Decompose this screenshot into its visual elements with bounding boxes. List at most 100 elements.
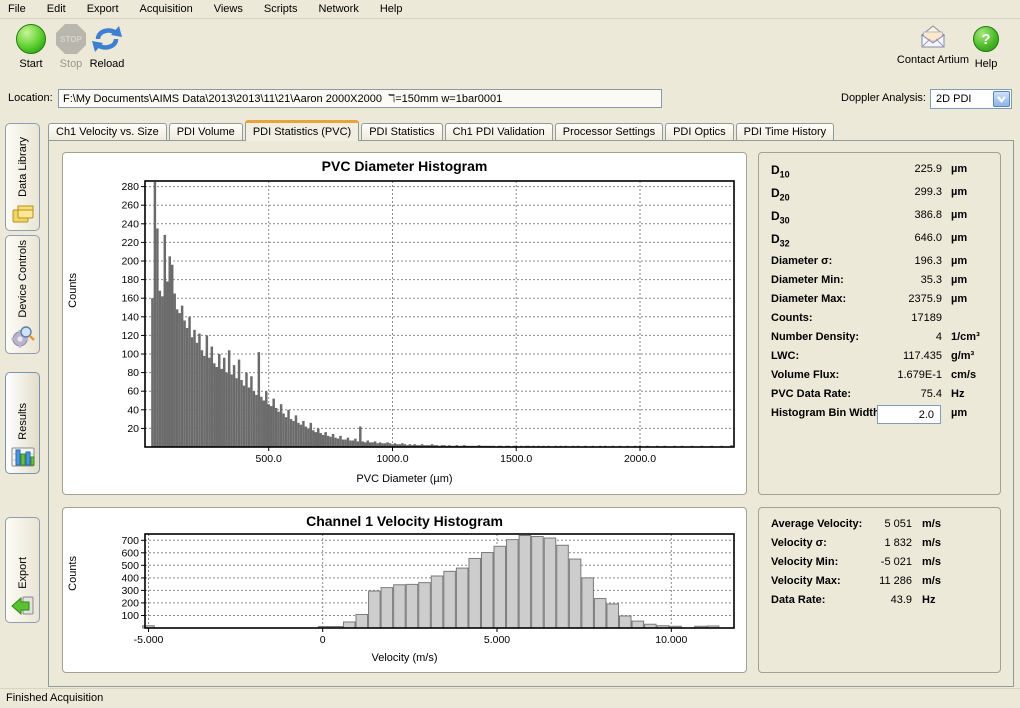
stat-row-number-density: Number Density: 41/cm³ — [759, 329, 1000, 348]
tab-pdi-volume[interactable]: PDI Volume — [169, 123, 243, 141]
menu-item-views[interactable]: Views — [214, 3, 243, 15]
svg-text:100: 100 — [121, 349, 139, 361]
stop-icon: STOP — [56, 24, 86, 54]
velocity-histogram-plot: 100200300400500600700-5.00005.00010.000 — [83, 530, 739, 646]
velocity-chart-group: Channel 1 Velocity Histogram Counts 1002… — [62, 507, 747, 673]
svg-text:1000.0: 1000.0 — [376, 453, 408, 465]
svg-text:500: 500 — [121, 560, 139, 572]
help-button[interactable]: ? Help — [966, 24, 1006, 70]
velocity-chart-title: Channel 1 Velocity Histogram — [63, 513, 746, 529]
stat-row-d10: D10 225.9µm — [759, 161, 1000, 184]
stat-row-data-rate: Data Rate: 43.9Hz — [759, 592, 1000, 611]
tab-pdi-statistics-pvc[interactable]: PDI Statistics (PVC) — [245, 120, 359, 141]
svg-text:280: 280 — [121, 181, 139, 193]
svg-text:60: 60 — [127, 386, 139, 398]
svg-text:240: 240 — [121, 218, 139, 230]
sidebar-label-data-library: Data Library — [17, 137, 29, 197]
stat-row-volume-flux: Volume Flux: 1.679E-1cm/s — [759, 367, 1000, 386]
menu-item-acquisition[interactable]: Acquisition — [140, 3, 193, 15]
status-bar: Finished Acquisition — [0, 688, 1020, 708]
velocity-chart-xlabel: Velocity (m/s) — [63, 652, 746, 664]
stat-row-d30: D30 386.8µm — [759, 207, 1000, 230]
pvc-chart-xlabel: PVC Diameter (µm) — [63, 473, 746, 485]
bar-chart-icon — [11, 446, 35, 468]
stat-row-velocity-max: Velocity Max: 11 286m/s — [759, 573, 1000, 592]
menu-item-network[interactable]: Network — [318, 3, 358, 15]
stat-row-counts: Counts: 17189 — [759, 310, 1000, 329]
svg-text:-5.000: -5.000 — [134, 634, 164, 646]
svg-text:180: 180 — [121, 274, 139, 286]
envelope-icon — [918, 24, 948, 50]
svg-text:160: 160 — [121, 293, 139, 305]
toolbar: Start STOP Stop Reload Contact Artium — [0, 20, 1020, 84]
pvc-diameter-chart-group: PVC Diameter Histogram Counts 2040608010… — [62, 152, 747, 495]
svg-text:300: 300 — [121, 585, 139, 597]
export-arrow-icon — [11, 595, 35, 617]
svg-text:260: 260 — [121, 200, 139, 212]
svg-text:220: 220 — [121, 237, 139, 249]
tab-ch1-pdi-validation[interactable]: Ch1 PDI Validation — [445, 123, 553, 141]
tab-pdi-optics[interactable]: PDI Optics — [665, 123, 734, 141]
svg-text:2000.0: 2000.0 — [624, 453, 656, 465]
sidebar-item-device-controls[interactable]: Device Controls — [5, 235, 40, 354]
svg-text:140: 140 — [121, 311, 139, 323]
menu-item-file[interactable]: File — [8, 3, 26, 15]
start-icon — [16, 24, 46, 54]
menu-item-edit[interactable]: Edit — [47, 3, 66, 15]
svg-text:100: 100 — [121, 610, 139, 622]
pvc-diameter-histogram-plot: 2040608010012014016018020022024026028050… — [83, 175, 739, 467]
help-label: Help — [966, 58, 1006, 70]
menu-item-help[interactable]: Help — [380, 3, 403, 15]
menu-item-export[interactable]: Export — [87, 3, 119, 15]
stat-row-diameter-sigma: Diameter σ: 196.3µm — [759, 253, 1000, 272]
gear-search-icon — [11, 324, 35, 348]
stat-row-diameter-min: Diameter Min: 35.3µm — [759, 272, 1000, 291]
pvc-statistics-panel: D10 225.9µm D20 299.3µm D30 386.8µm D32 … — [758, 152, 1001, 495]
svg-text:1500.0: 1500.0 — [500, 453, 532, 465]
help-icon: ? — [973, 26, 999, 52]
folders-icon — [11, 203, 35, 225]
contact-artium-label: Contact Artium — [896, 54, 970, 66]
stat-row-diameter-max: Diameter Max: 2375.9µm — [759, 291, 1000, 310]
doppler-analysis-select[interactable]: 2D PDI — [930, 89, 1012, 109]
svg-text:10.000: 10.000 — [655, 634, 687, 646]
stat-row-d20: D20 299.3µm — [759, 184, 1000, 207]
tab-pdi-statistics[interactable]: PDI Statistics — [361, 123, 442, 141]
location-input[interactable] — [58, 89, 662, 108]
svg-text:0: 0 — [320, 634, 326, 646]
stat-row-velocity-sigma: Velocity σ: 1 832m/s — [759, 535, 1000, 554]
results-tab-page: PVC Diameter Histogram Counts 2040608010… — [48, 140, 1014, 687]
svg-text:500.0: 500.0 — [256, 453, 282, 465]
velocity-statistics-panel: Average Velocity: 5 051m/s Velocity σ: 1… — [758, 507, 1001, 673]
svg-text:400: 400 — [121, 572, 139, 584]
sidebar-item-results[interactable]: Results — [5, 372, 40, 474]
tab-processor-settings[interactable]: Processor Settings — [555, 123, 663, 141]
svg-text:700: 700 — [121, 535, 139, 547]
doppler-analysis-value: 2D PDI — [931, 93, 993, 105]
svg-text:80: 80 — [127, 367, 139, 379]
tab-pdi-time-history[interactable]: PDI Time History — [736, 123, 835, 141]
sidebar-item-export[interactable]: Export — [5, 517, 40, 623]
svg-text:40: 40 — [127, 404, 139, 416]
contact-artium-button[interactable]: Contact Artium — [896, 24, 970, 66]
reload-icon — [91, 24, 123, 54]
pvc-chart-ylabel: Counts — [67, 273, 79, 308]
tab-ch1-velocity-vs-size[interactable]: Ch1 Velocity vs. Size — [48, 123, 167, 141]
location-label: Location: — [8, 92, 53, 104]
menu-item-scripts[interactable]: Scripts — [264, 3, 298, 15]
svg-text:600: 600 — [121, 547, 139, 559]
stat-row-average-velocity: Average Velocity: 5 051m/s — [759, 516, 1000, 535]
chevron-down-icon[interactable] — [993, 91, 1010, 107]
svg-text:200: 200 — [121, 256, 139, 268]
stat-row-lwc: LWC: 117.435g/m³ — [759, 348, 1000, 367]
sidebar-item-data-library[interactable]: Data Library — [5, 123, 40, 231]
histogram-bin-width-input[interactable] — [877, 405, 941, 424]
stat-row-d32: D32 646.0µm — [759, 230, 1000, 253]
stat-row-velocity-min: Velocity Min: -5 021m/s — [759, 554, 1000, 573]
sidebar-label-export: Export — [17, 557, 29, 589]
sidebar-label-results: Results — [17, 403, 29, 440]
svg-text:120: 120 — [121, 330, 139, 342]
tab-strip: Ch1 Velocity vs. Size PDI Volume PDI Sta… — [48, 121, 836, 141]
reload-button[interactable]: Reload — [84, 24, 130, 70]
location-row: Location: Doppler Analysis: 2D PDI — [0, 86, 1020, 112]
